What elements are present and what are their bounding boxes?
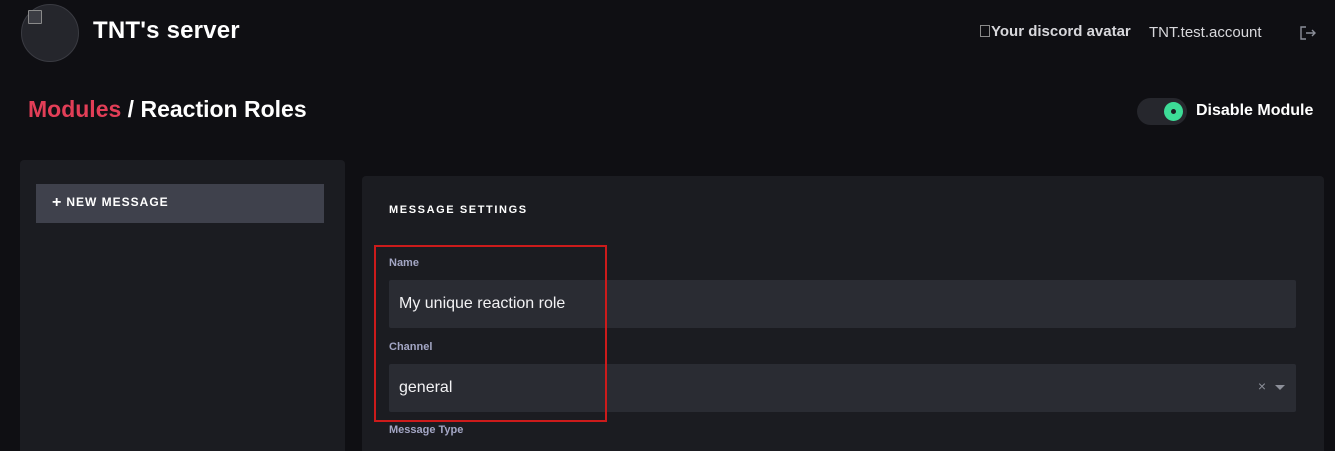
panel-heading: MESSAGE SETTINGS <box>389 204 528 216</box>
user-avatar[interactable]: Your discord avatar <box>980 23 1131 40</box>
username[interactable]: TNT.test.account <box>1149 24 1262 41</box>
server-name: TNT's server <box>93 17 240 44</box>
message-settings-panel: MESSAGE SETTINGS Name My unique reaction… <box>362 176 1324 451</box>
breadcrumb: Modules / Reaction Roles <box>28 96 307 123</box>
dashboard-page: TNT's server Your discord avatar TNT.tes… <box>0 0 1335 451</box>
avatar-alt-text: Your discord avatar <box>991 23 1131 40</box>
disable-module-toggle[interactable] <box>1137 98 1187 125</box>
breadcrumb-separator: / <box>121 96 141 122</box>
channel-label: Channel <box>389 341 433 353</box>
name-input[interactable]: My unique reaction role <box>389 280 1296 328</box>
page-title: Reaction Roles <box>140 96 307 122</box>
plus-icon: + <box>52 194 63 211</box>
new-message-button[interactable]: + NEW MESSAGE <box>36 184 324 223</box>
message-type-label: Message Type <box>389 424 464 436</box>
name-label: Name <box>389 257 419 269</box>
broken-image-icon <box>28 10 42 24</box>
toggle-knob <box>1164 102 1183 121</box>
message-list-sidebar: + NEW MESSAGE <box>20 160 345 451</box>
new-message-label: NEW MESSAGE <box>66 195 169 209</box>
disable-module-label: Disable Module <box>1196 102 1314 119</box>
server-avatar[interactable] <box>21 4 79 62</box>
logout-icon[interactable] <box>1299 25 1317 41</box>
chevron-down-icon[interactable] <box>1275 385 1285 390</box>
channel-select[interactable]: general × <box>389 364 1296 412</box>
clear-icon[interactable]: × <box>1258 378 1266 394</box>
broken-image-icon <box>980 25 990 37</box>
breadcrumb-modules-link[interactable]: Modules <box>28 96 121 122</box>
channel-value: general <box>399 379 453 396</box>
